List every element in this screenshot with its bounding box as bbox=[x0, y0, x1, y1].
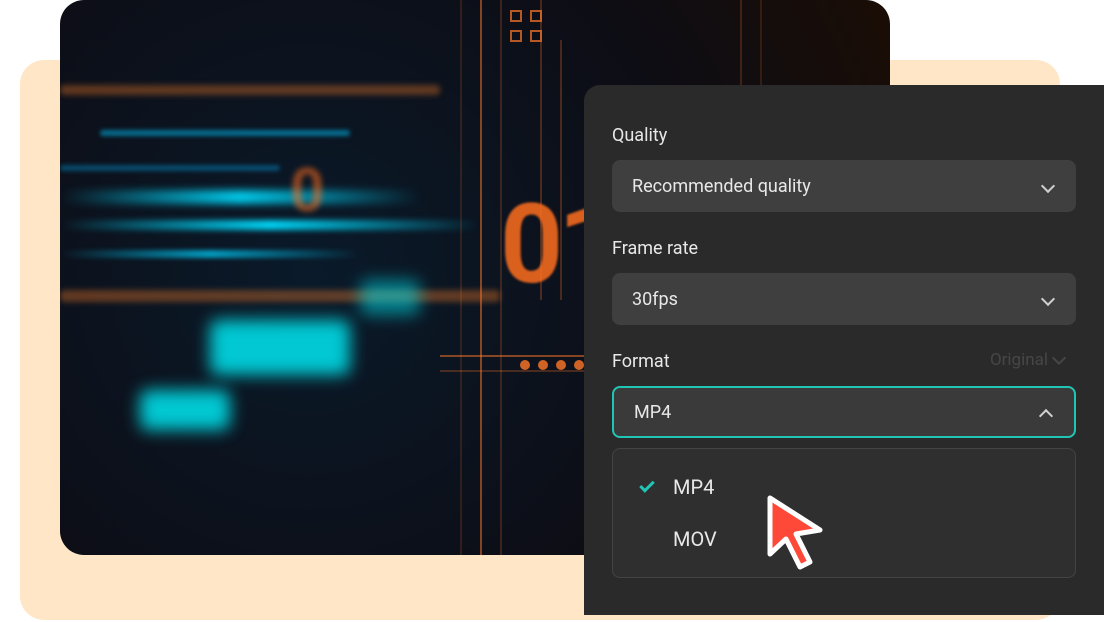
cursor-pointer-icon bbox=[760, 490, 830, 570]
circuit-node bbox=[510, 30, 522, 42]
format-option-mov[interactable]: MOV bbox=[613, 513, 1075, 565]
quality-select[interactable]: Recommended quality bbox=[612, 160, 1076, 212]
chevron-down-icon bbox=[1052, 351, 1066, 365]
framerate-field: Frame rate 30fps bbox=[612, 238, 1076, 325]
glow-block bbox=[360, 280, 420, 315]
circuit-node bbox=[510, 10, 522, 22]
circuit-node bbox=[538, 360, 548, 370]
circuit-node bbox=[574, 360, 584, 370]
chevron-up-icon bbox=[1038, 404, 1054, 420]
circuit-node bbox=[520, 360, 530, 370]
format-dropdown: MP4 MOV bbox=[612, 448, 1076, 578]
check-icon bbox=[637, 477, 657, 497]
glow-streak bbox=[60, 250, 360, 258]
check-slot-empty bbox=[637, 529, 657, 549]
circuit-line bbox=[440, 355, 590, 357]
framerate-label: Frame rate bbox=[612, 238, 1076, 259]
format-select-value: MP4 bbox=[634, 402, 671, 423]
circuit-line bbox=[480, 0, 482, 555]
framerate-select[interactable]: 30fps bbox=[612, 273, 1076, 325]
framerate-select-value: 30fps bbox=[632, 289, 678, 310]
circuit-node bbox=[530, 30, 542, 42]
circuit-line bbox=[460, 0, 462, 555]
glow-streak bbox=[60, 85, 440, 95]
quality-label: Quality bbox=[612, 125, 1076, 146]
format-option-label: MP4 bbox=[673, 475, 714, 499]
quality-select-value: Recommended quality bbox=[632, 176, 811, 197]
glow-streak bbox=[60, 190, 420, 204]
circuit-node bbox=[556, 360, 566, 370]
quality-field: Quality Recommended quality bbox=[612, 125, 1076, 212]
circuit-node bbox=[530, 10, 542, 22]
format-option-label: MOV bbox=[673, 527, 717, 551]
glow-streak bbox=[60, 220, 480, 230]
glow-block bbox=[210, 320, 350, 375]
glow-streak bbox=[100, 130, 350, 136]
format-field: Format MP4 MP4 MOV bbox=[612, 351, 1076, 578]
glow-streak bbox=[60, 290, 500, 302]
glow-streak bbox=[60, 165, 280, 171]
ghost-original-label: Original bbox=[990, 350, 1064, 370]
format-select[interactable]: MP4 bbox=[612, 386, 1076, 438]
glow-block bbox=[140, 390, 230, 430]
chevron-down-icon bbox=[1040, 178, 1056, 194]
circuit-line bbox=[440, 370, 590, 372]
chevron-down-icon bbox=[1040, 291, 1056, 307]
export-settings-panel: Quality Recommended quality Frame rate 3… bbox=[584, 85, 1104, 615]
preview-digit-small: 0 bbox=[290, 155, 324, 226]
format-option-mp4[interactable]: MP4 bbox=[613, 461, 1075, 513]
